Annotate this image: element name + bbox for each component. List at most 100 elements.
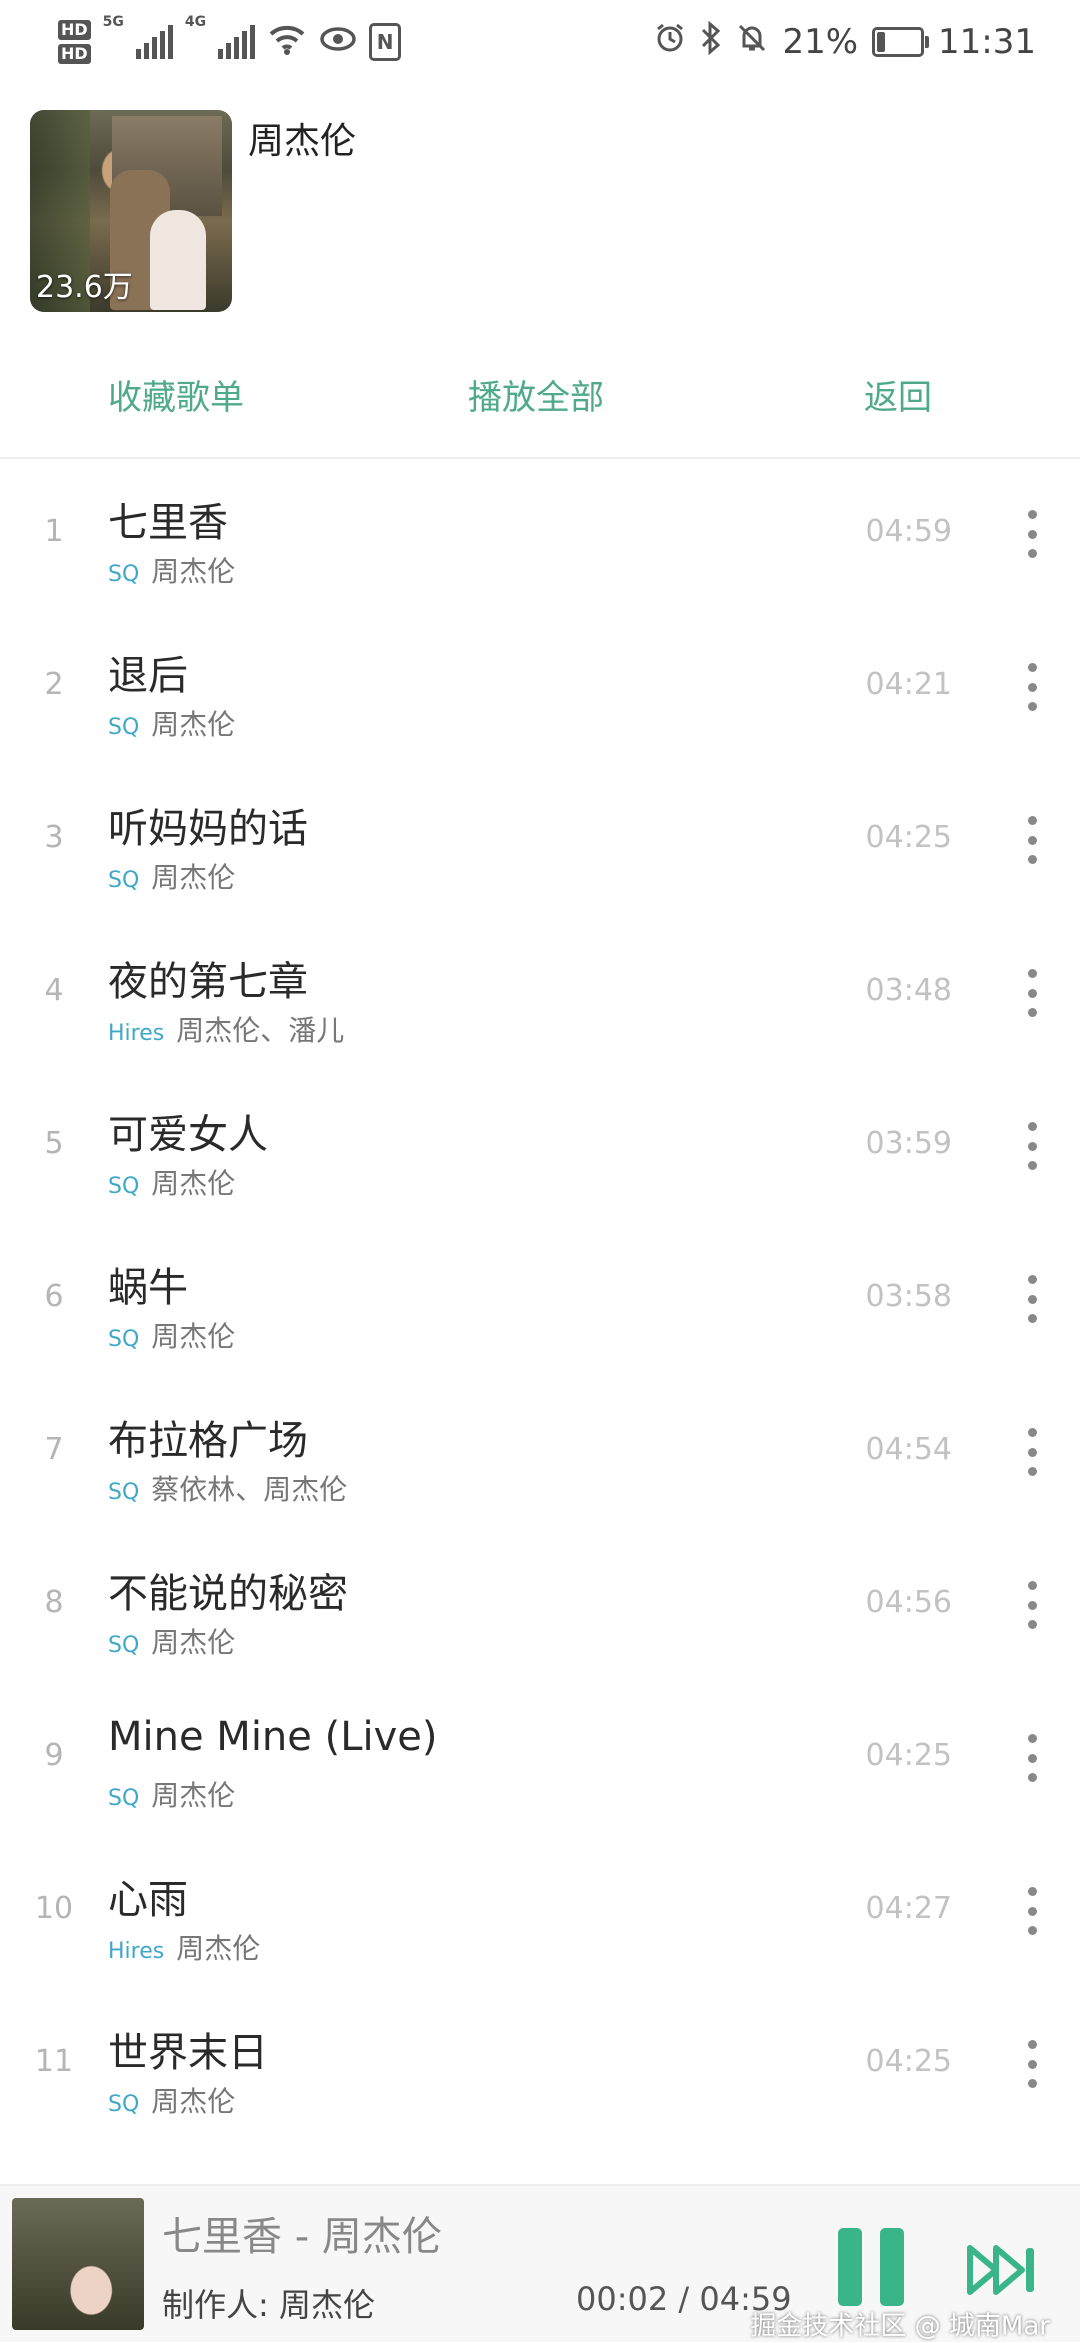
quality-badge: SQ [108, 1786, 140, 1811]
song-row[interactable]: 3 听妈妈的话 SQ 周杰伦 04:25 [0, 766, 1080, 919]
mute-icon [736, 22, 768, 63]
player-song-title[interactable]: 七里香 - 周杰伦 [162, 2204, 442, 2262]
more-options-icon[interactable] [1020, 1575, 1044, 1635]
song-row[interactable]: 2 退后 SQ 周杰伦 04:21 [0, 613, 1080, 766]
song-row[interactable]: 10 心雨 Hires 周杰伦 04:27 [0, 1837, 1080, 1990]
song-artist: 周杰伦、潘儿 [176, 1014, 345, 1047]
song-subtitle: SQ 周杰伦 [108, 550, 235, 590]
player-producer: 制作人: 周杰伦 [162, 2286, 375, 2324]
song-row[interactable]: 9 Mine Mine (Live) SQ 周杰伦 04:25 [0, 1684, 1080, 1837]
song-title: 不能说的秘密 [108, 1571, 348, 1617]
song-subtitle: SQ 周杰伦 [108, 2080, 235, 2120]
quality-badge: SQ [108, 868, 140, 893]
collect-playlist-button[interactable]: 收藏歌单 [108, 370, 244, 419]
track-number: 7 [44, 1432, 64, 1467]
song-duration: 03:58 [865, 1279, 952, 1314]
battery-icon [872, 27, 930, 57]
song-row[interactable]: 11 世界末日 SQ 周杰伦 04:25 [0, 1990, 1080, 2143]
song-row[interactable]: 4 夜的第七章 Hires 周杰伦、潘儿 03:48 [0, 919, 1080, 1072]
hd-indicator-1: HD [58, 20, 91, 40]
network-type-4g: 4G [184, 14, 207, 30]
song-title: 可爱女人 [108, 1112, 268, 1158]
signal-icon-2 [218, 25, 256, 59]
network-type-5g: 5G [102, 14, 124, 30]
song-subtitle: SQ 周杰伦 [108, 1621, 235, 1661]
pause-button[interactable] [838, 2228, 904, 2306]
quality-badge: SQ [108, 562, 140, 587]
track-number: 2 [44, 667, 64, 702]
quality-badge: SQ [108, 1174, 140, 1199]
album-cover[interactable]: 23.6万 [30, 110, 232, 312]
play-count: 23.6万 [36, 270, 133, 305]
song-artist: 周杰伦 [151, 861, 236, 894]
more-options-icon[interactable] [1020, 1728, 1044, 1788]
song-duration: 03:48 [865, 973, 952, 1008]
song-subtitle: SQ 周杰伦 [108, 1774, 235, 1814]
quality-badge: SQ [108, 1480, 140, 1505]
song-artist: 周杰伦 [151, 2085, 236, 2118]
next-button[interactable] [966, 2242, 1040, 2298]
quality-badge: SQ [108, 2092, 140, 2117]
alarm-icon [654, 22, 686, 63]
divider [0, 457, 1080, 459]
song-title: 世界末日 [108, 2030, 268, 2076]
status-bar: HD HD 5G 4G N 21% 11:31 [0, 0, 1080, 84]
track-number: 10 [34, 1891, 74, 1926]
wifi-icon [267, 22, 307, 62]
status-left: HD HD 5G 4G N [58, 10, 402, 74]
song-artist: 蔡依林、周杰伦 [151, 1473, 348, 1506]
more-options-icon[interactable] [1020, 1422, 1044, 1482]
action-bar: 收藏歌单 播放全部 返回 [0, 370, 1080, 430]
back-button[interactable]: 返回 [864, 370, 932, 419]
song-duration: 04:59 [865, 514, 952, 549]
more-options-icon[interactable] [1020, 2034, 1044, 2094]
signal-icon [135, 25, 173, 59]
player-cover[interactable] [12, 2198, 144, 2330]
more-options-icon[interactable] [1020, 963, 1044, 1023]
pause-bar-left [838, 2228, 862, 2306]
song-duration: 04:25 [865, 820, 952, 855]
album-artist[interactable]: 周杰伦 [248, 112, 356, 164]
status-right: 21% 11:31 [654, 14, 1036, 70]
pause-bar-right [880, 2228, 904, 2306]
song-duration: 04:25 [865, 1738, 952, 1773]
song-row[interactable]: 8 不能说的秘密 SQ 周杰伦 04:56 [0, 1531, 1080, 1684]
song-duration: 04:27 [865, 1891, 952, 1926]
track-number: 11 [34, 2044, 74, 2079]
song-row[interactable]: 1 七里香 SQ 周杰伦 04:59 [0, 460, 1080, 613]
song-subtitle: SQ 蔡依林、周杰伦 [108, 1468, 347, 1508]
song-subtitle: SQ 周杰伦 [108, 1315, 235, 1355]
song-artist: 周杰伦 [151, 1167, 236, 1200]
song-row[interactable]: 6 蜗牛 SQ 周杰伦 03:58 [0, 1225, 1080, 1378]
track-number: 6 [44, 1279, 64, 1314]
track-number: 8 [44, 1585, 64, 1620]
song-artist: 周杰伦 [151, 555, 236, 588]
song-artist: 周杰伦 [151, 1320, 236, 1353]
song-title: 七里香 [108, 500, 228, 546]
song-row[interactable]: 5 可爱女人 SQ 周杰伦 03:59 [0, 1072, 1080, 1225]
song-subtitle: Hires 周杰伦 [108, 1927, 260, 1967]
song-duration: 04:25 [865, 2044, 952, 2079]
quality-badge: Hires [108, 1021, 165, 1046]
track-number: 4 [44, 973, 64, 1008]
quality-badge: SQ [108, 1327, 140, 1352]
song-subtitle: SQ 周杰伦 [108, 856, 235, 896]
quality-badge: SQ [108, 715, 140, 740]
eye-icon [319, 24, 357, 60]
hd-indicators: HD HD [58, 20, 91, 64]
play-all-button[interactable]: 播放全部 [468, 370, 604, 419]
more-options-icon[interactable] [1020, 810, 1044, 870]
more-options-icon[interactable] [1020, 1881, 1044, 1941]
more-options-icon[interactable] [1020, 657, 1044, 717]
more-options-icon[interactable] [1020, 1269, 1044, 1329]
song-row[interactable]: 7 布拉格广场 SQ 蔡依林、周杰伦 04:54 [0, 1378, 1080, 1531]
hd-indicator-2: HD [58, 44, 91, 64]
battery-level [877, 32, 886, 52]
track-number: 9 [44, 1738, 64, 1773]
song-duration: 04:56 [865, 1585, 952, 1620]
song-title: Mine Mine (Live) [108, 1714, 438, 1760]
watermark: 掘金技术社区 @ 城南Mar [750, 2311, 1050, 2342]
more-options-icon[interactable] [1020, 1116, 1044, 1176]
more-options-icon[interactable] [1020, 504, 1044, 564]
quality-badge: Hires [108, 1939, 165, 1964]
